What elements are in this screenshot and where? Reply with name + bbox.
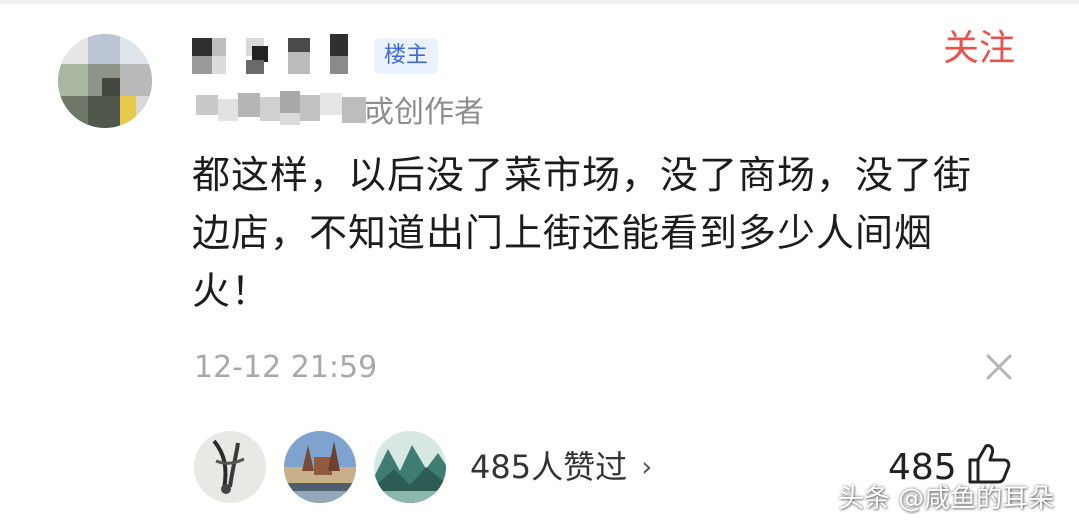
follow-button[interactable]: 关注 (934, 24, 1024, 74)
liker-avatar[interactable] (374, 431, 446, 503)
author-name-redacted[interactable] (192, 34, 357, 78)
author-subtitle-redacted (192, 89, 370, 129)
liker-avatar[interactable] (194, 431, 266, 503)
author-avatar[interactable] (58, 34, 152, 128)
close-icon[interactable] (982, 350, 1016, 384)
thread-owner-badge: 楼主 (374, 38, 439, 74)
comment-timestamp: 12-12 21:59 (194, 350, 378, 385)
likes-summary-text: 485人赞过 (470, 448, 628, 486)
creator-tag: 戓创作者 (364, 95, 484, 130)
liker-avatar[interactable] (284, 431, 356, 503)
chevron-right-icon: › (641, 450, 653, 483)
likes-summary-link[interactable]: 485人赞过 › (470, 445, 652, 489)
comment-text: 都这样，以后没了菜市场，没了商场，没了街边店，不知道出门上街还能看到多少人间烟火… (192, 153, 973, 313)
author-subtitle: 戓创作者 (192, 88, 484, 130)
top-divider (0, 0, 1079, 4)
watermark: 头条 @咸鱼的耳朵 (838, 484, 1055, 514)
